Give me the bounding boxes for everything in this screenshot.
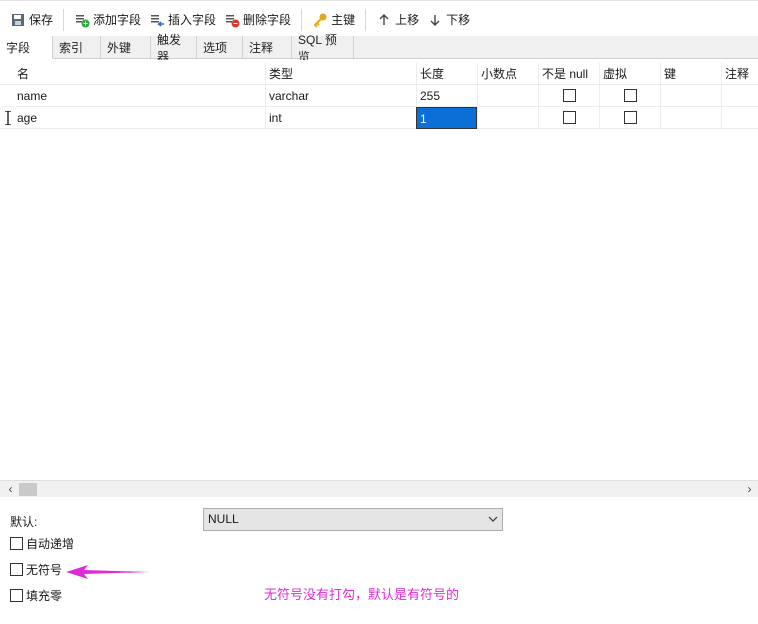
unsigned-label: 无符号 [26, 563, 63, 577]
field-properties-panel: 默认: NULL 自动递增 无符号 填充零 无符号没有打勾，默认是有符号的 [0, 497, 758, 624]
column-header-decimals[interactable]: 小数点 [477, 63, 538, 85]
field-key-cell[interactable] [660, 107, 721, 129]
field-decimals-cell[interactable] [477, 107, 538, 129]
fields-grid: 名 类型 长度 小数点 不是 null 虚拟 键 注释 name varchar… [0, 60, 758, 480]
move-down-label: 下移 [446, 13, 471, 27]
tab-comment[interactable]: 注释 [243, 36, 292, 59]
tab-indexes[interactable]: 索引 [53, 36, 101, 59]
add-field-button[interactable]: 添加字段 [70, 7, 145, 33]
toolbar-separator [301, 8, 303, 31]
delete-field-button[interactable]: 删除字段 [220, 7, 295, 33]
horizontal-scrollbar[interactable]: ‹ › [0, 480, 758, 497]
move-up-button[interactable]: 上移 [372, 7, 423, 33]
key-icon [312, 12, 328, 28]
field-length-cell[interactable]: 255 [416, 85, 477, 107]
field-type-cell[interactable]: int [265, 107, 416, 129]
arrow-up-icon [376, 12, 392, 28]
grid-header: 名 类型 长度 小数点 不是 null 虚拟 键 注释 [0, 63, 758, 85]
annotation-arrow-icon [66, 565, 152, 579]
field-key-cell[interactable] [660, 85, 721, 107]
insert-field-button[interactable]: 插入字段 [145, 7, 220, 33]
delete-field-label: 删除字段 [243, 13, 292, 27]
field-decimals-cell[interactable] [477, 85, 538, 107]
tab-sql-preview[interactable]: SQL 预览 [292, 33, 354, 64]
column-header-comment[interactable]: 注释 [721, 63, 758, 85]
field-length-cell-selected[interactable]: 1 [416, 107, 477, 129]
zerofill-option[interactable]: 填充零 [10, 587, 62, 604]
table-row[interactable]: age int 1 [0, 107, 758, 129]
field-name-cell[interactable]: age [14, 107, 265, 129]
delete-field-icon [224, 12, 240, 28]
insert-field-icon [149, 12, 165, 28]
field-comment-cell[interactable] [721, 85, 758, 107]
column-header-length[interactable]: 长度 [416, 63, 477, 85]
table-row[interactable]: name varchar 255 [0, 85, 758, 107]
save-label: 保存 [29, 13, 54, 27]
toolbar-separator [63, 8, 65, 31]
virtual-cell [599, 85, 660, 107]
zerofill-label: 填充零 [26, 589, 63, 603]
annotation-text: 无符号没有打勾，默认是有符号的 [264, 587, 460, 602]
tab-triggers[interactable]: 触发器 [151, 33, 197, 64]
add-field-icon [74, 12, 90, 28]
field-type-cell[interactable]: varchar [265, 85, 416, 107]
insert-field-label: 插入字段 [168, 13, 217, 27]
save-button[interactable]: 保存 [6, 7, 57, 33]
move-up-label: 上移 [395, 13, 420, 27]
primary-key-label: 主键 [331, 13, 356, 27]
scroll-left-icon[interactable]: ‹ [2, 481, 19, 498]
toolbar-separator [365, 8, 367, 31]
toolbar: 保存 添加字段 插入字段 删除字段 主键 上移 下移 [0, 0, 758, 38]
auto-increment-option[interactable]: 自动递增 [10, 535, 74, 552]
tab-fields[interactable]: 字段 [0, 36, 53, 59]
save-icon [10, 12, 26, 28]
virtual-cell [599, 107, 660, 129]
column-header-not-null[interactable]: 不是 null [538, 63, 599, 85]
unsigned-option[interactable]: 无符号 [10, 561, 62, 578]
default-label: 默认: [10, 515, 38, 529]
default-select-value: NULL [208, 512, 239, 526]
tab-bar: 字段 索引 外键 触发器 选项 注释 SQL 预览 [0, 33, 758, 64]
auto-increment-checkbox[interactable] [10, 537, 23, 550]
text-cursor-icon [5, 110, 11, 126]
virtual-checkbox[interactable] [624, 111, 637, 124]
chevron-down-icon [488, 509, 498, 538]
unsigned-checkbox[interactable] [10, 563, 23, 576]
add-field-label: 添加字段 [93, 13, 142, 27]
column-header-name[interactable]: 名 [14, 63, 265, 85]
tab-foreign-keys[interactable]: 外键 [101, 36, 151, 59]
column-header-type[interactable]: 类型 [265, 63, 416, 85]
auto-increment-label: 自动递增 [26, 537, 75, 551]
zerofill-checkbox[interactable] [10, 589, 23, 602]
scroll-right-icon[interactable]: › [741, 481, 758, 498]
move-down-button[interactable]: 下移 [423, 7, 474, 33]
arrow-down-icon [427, 12, 443, 28]
not-null-cell [538, 107, 599, 129]
primary-key-button[interactable]: 主键 [308, 7, 359, 33]
tab-options[interactable]: 选项 [197, 36, 243, 59]
column-header-key[interactable]: 键 [660, 63, 721, 85]
default-select[interactable]: NULL [203, 508, 503, 531]
not-null-checkbox[interactable] [563, 111, 576, 124]
column-header-virtual[interactable]: 虚拟 [599, 63, 660, 85]
scrollbar-thumb[interactable] [19, 483, 37, 496]
not-null-checkbox[interactable] [563, 89, 576, 102]
field-comment-cell[interactable] [721, 107, 758, 129]
not-null-cell [538, 85, 599, 107]
field-name-cell[interactable]: name [14, 85, 265, 107]
virtual-checkbox[interactable] [624, 89, 637, 102]
